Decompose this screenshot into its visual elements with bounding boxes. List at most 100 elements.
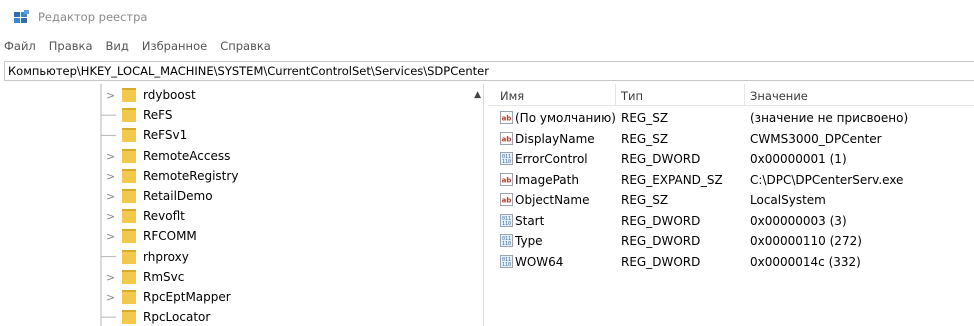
- value-row[interactable]: 011 110 WOW64 REG_DWORD 0x0000014c (332): [488, 252, 974, 272]
- svg-text:ab: ab: [502, 176, 512, 184]
- folder-icon: [122, 108, 136, 123]
- column-divider[interactable]: [744, 84, 745, 106]
- tree-item[interactable]: > RemoteRegistry: [4, 167, 464, 187]
- column-divider[interactable]: [615, 84, 616, 106]
- tree-item[interactable]: > RetailDemo: [4, 187, 464, 207]
- window-title: Редактор реестра: [38, 10, 148, 24]
- value-data: C:\DPC\DPCenterServ.exe: [750, 172, 904, 187]
- tree-item-label: rdyboost: [143, 88, 196, 102]
- value-row[interactable]: ab DisplayName REG_SZ CWMS3000_DPCenter: [488, 129, 974, 149]
- expand-chevron-icon[interactable]: >: [106, 89, 116, 102]
- tree-item-label: RetailDemo: [143, 189, 213, 203]
- value-type: REG_SZ: [621, 111, 669, 125]
- value-row[interactable]: ab (По умолчанию) REG_SZ (значение не присв…: [488, 108, 974, 128]
- tree-item[interactable]: ReFSv1: [4, 126, 464, 146]
- tree-item[interactable]: > RpcEptMapper: [4, 288, 464, 308]
- column-header-name[interactable]: Имя: [500, 89, 524, 103]
- value-row[interactable]: ab ObjectName REG_SZ LocalSystem: [488, 190, 974, 210]
- scroll-up-arrow-icon[interactable]: ▲: [474, 90, 481, 100]
- value-name: WOW64: [515, 254, 564, 269]
- address-bar[interactable]: Компьютер\HKEY_LOCAL_MACHINE\SYSTEM\Curr…: [4, 61, 974, 81]
- value-name: ImagePath: [515, 172, 579, 187]
- value-name: Type: [515, 234, 543, 248]
- svg-text:110: 110: [502, 241, 511, 247]
- value-data: 0x00000003 (3): [750, 213, 847, 228]
- folder-icon: [122, 148, 136, 163]
- tree-item[interactable]: ReFS: [4, 106, 464, 126]
- binary-value-icon: 011 110: [500, 234, 513, 247]
- column-header-type[interactable]: Тип: [621, 89, 643, 103]
- folder-icon: [122, 88, 136, 102]
- string-value-icon: ab: [500, 111, 513, 124]
- address-path: Компьютер\HKEY_LOCAL_MACHINE\SYSTEM\Curr…: [8, 64, 489, 78]
- value-row[interactable]: 011 110 ErrorControl REG_DWORD 0x00000001 (1…: [488, 149, 974, 169]
- svg-text:ab: ab: [502, 197, 512, 205]
- expand-chevron-icon[interactable]: >: [106, 150, 116, 163]
- tree-item-label: RemoteAccess: [143, 148, 231, 163]
- svg-text:ab: ab: [502, 115, 512, 123]
- tree-item[interactable]: > RFCOMM: [4, 227, 464, 247]
- expand-chevron-icon[interactable]: >: [106, 291, 116, 304]
- menu-help[interactable]: Справка: [220, 39, 271, 57]
- values-pane[interactable]: Имя Тип Значение ab (По умолчанию) REG_SZ(…: [488, 84, 974, 326]
- menu-file[interactable]: Файл: [4, 39, 36, 57]
- folder-icon: [122, 168, 136, 183]
- value-data: (значение не присвоено): [750, 111, 909, 125]
- svg-text:110: 110: [502, 262, 511, 268]
- menu-edit[interactable]: Правка: [49, 39, 93, 57]
- value-row[interactable]: 011 110 Type REG_DWORD 0x00000110 (272): [488, 231, 974, 251]
- menu-view[interactable]: Вид: [106, 39, 129, 57]
- svg-text:110: 110: [502, 159, 511, 165]
- value-type: REG_DWORD: [621, 234, 701, 248]
- tree-item-label: RpcEptMapper: [143, 290, 231, 304]
- value-type: REG_DWORD: [621, 213, 701, 228]
- folder-icon: [122, 229, 136, 244]
- string-value-icon: ab: [500, 131, 513, 145]
- binary-value-icon: 011 110: [500, 152, 513, 165]
- svg-text:110: 110: [502, 221, 511, 227]
- tree-item[interactable]: > RemoteAccess: [4, 147, 464, 167]
- value-name: Start: [515, 213, 545, 228]
- value-data: 0x00000110 (272): [750, 234, 862, 248]
- value-row[interactable]: ab ImagePath REG_EXPAND_SZ C:\DPC\DPCenterS…: [488, 170, 974, 190]
- folder-icon: [122, 310, 136, 325]
- binary-value-icon: 011 110: [500, 254, 513, 268]
- tree-item[interactable]: > Revoflt: [4, 207, 464, 227]
- value-name: (По умолчанию): [515, 111, 616, 125]
- binary-value-icon: 011 110: [500, 213, 513, 227]
- tree-item-label: RemoteRegistry: [143, 168, 239, 183]
- expand-chevron-icon[interactable]: >: [106, 210, 116, 223]
- tree-item-label: RmSvc: [143, 269, 185, 284]
- menu-favorites[interactable]: Избранное: [142, 39, 207, 57]
- string-value-icon: ab: [500, 193, 513, 206]
- folder-icon: [122, 209, 136, 224]
- value-type: REG_DWORD: [621, 254, 701, 269]
- value-data: 0x00000001 (1): [750, 152, 847, 166]
- value-type: REG_SZ: [621, 131, 669, 146]
- tree-item[interactable]: RpcLocator: [4, 308, 464, 326]
- value-name: DisplayName: [515, 131, 595, 146]
- string-value-icon: ab: [500, 172, 513, 186]
- column-header-data[interactable]: Значение: [750, 89, 808, 103]
- value-type: REG_EXPAND_SZ: [621, 172, 723, 187]
- tree-item-label: rhproxy: [143, 249, 189, 264]
- tree-item[interactable]: > RmSvc: [4, 268, 464, 288]
- tree-item[interactable]: > rdyboost: [4, 86, 464, 106]
- value-name: ObjectName: [515, 193, 590, 207]
- regedit-icon: [14, 10, 29, 23]
- expand-chevron-icon[interactable]: >: [106, 190, 116, 203]
- value-data: 0x0000014c (332): [750, 254, 861, 269]
- tree-item[interactable]: rhproxy: [4, 248, 464, 268]
- title-bar: Редактор реестра: [0, 0, 974, 34]
- value-type: REG_SZ: [621, 193, 669, 207]
- tree-scrollbar[interactable]: ▲: [469, 84, 483, 326]
- folder-icon: [122, 269, 136, 284]
- svg-text:ab: ab: [502, 135, 512, 143]
- value-row[interactable]: 011 110 Start REG_DWORD 0x00000003 (3): [488, 211, 974, 231]
- expand-chevron-icon[interactable]: >: [106, 230, 116, 243]
- folder-icon: [122, 189, 136, 203]
- expand-chevron-icon[interactable]: >: [106, 170, 116, 183]
- expand-chevron-icon[interactable]: >: [106, 271, 116, 284]
- value-name: ErrorControl: [515, 152, 588, 166]
- key-tree-pane[interactable]: > rdyboost ReFS ReFSv1 > RemoteAccess > RemoteR…: [4, 84, 484, 326]
